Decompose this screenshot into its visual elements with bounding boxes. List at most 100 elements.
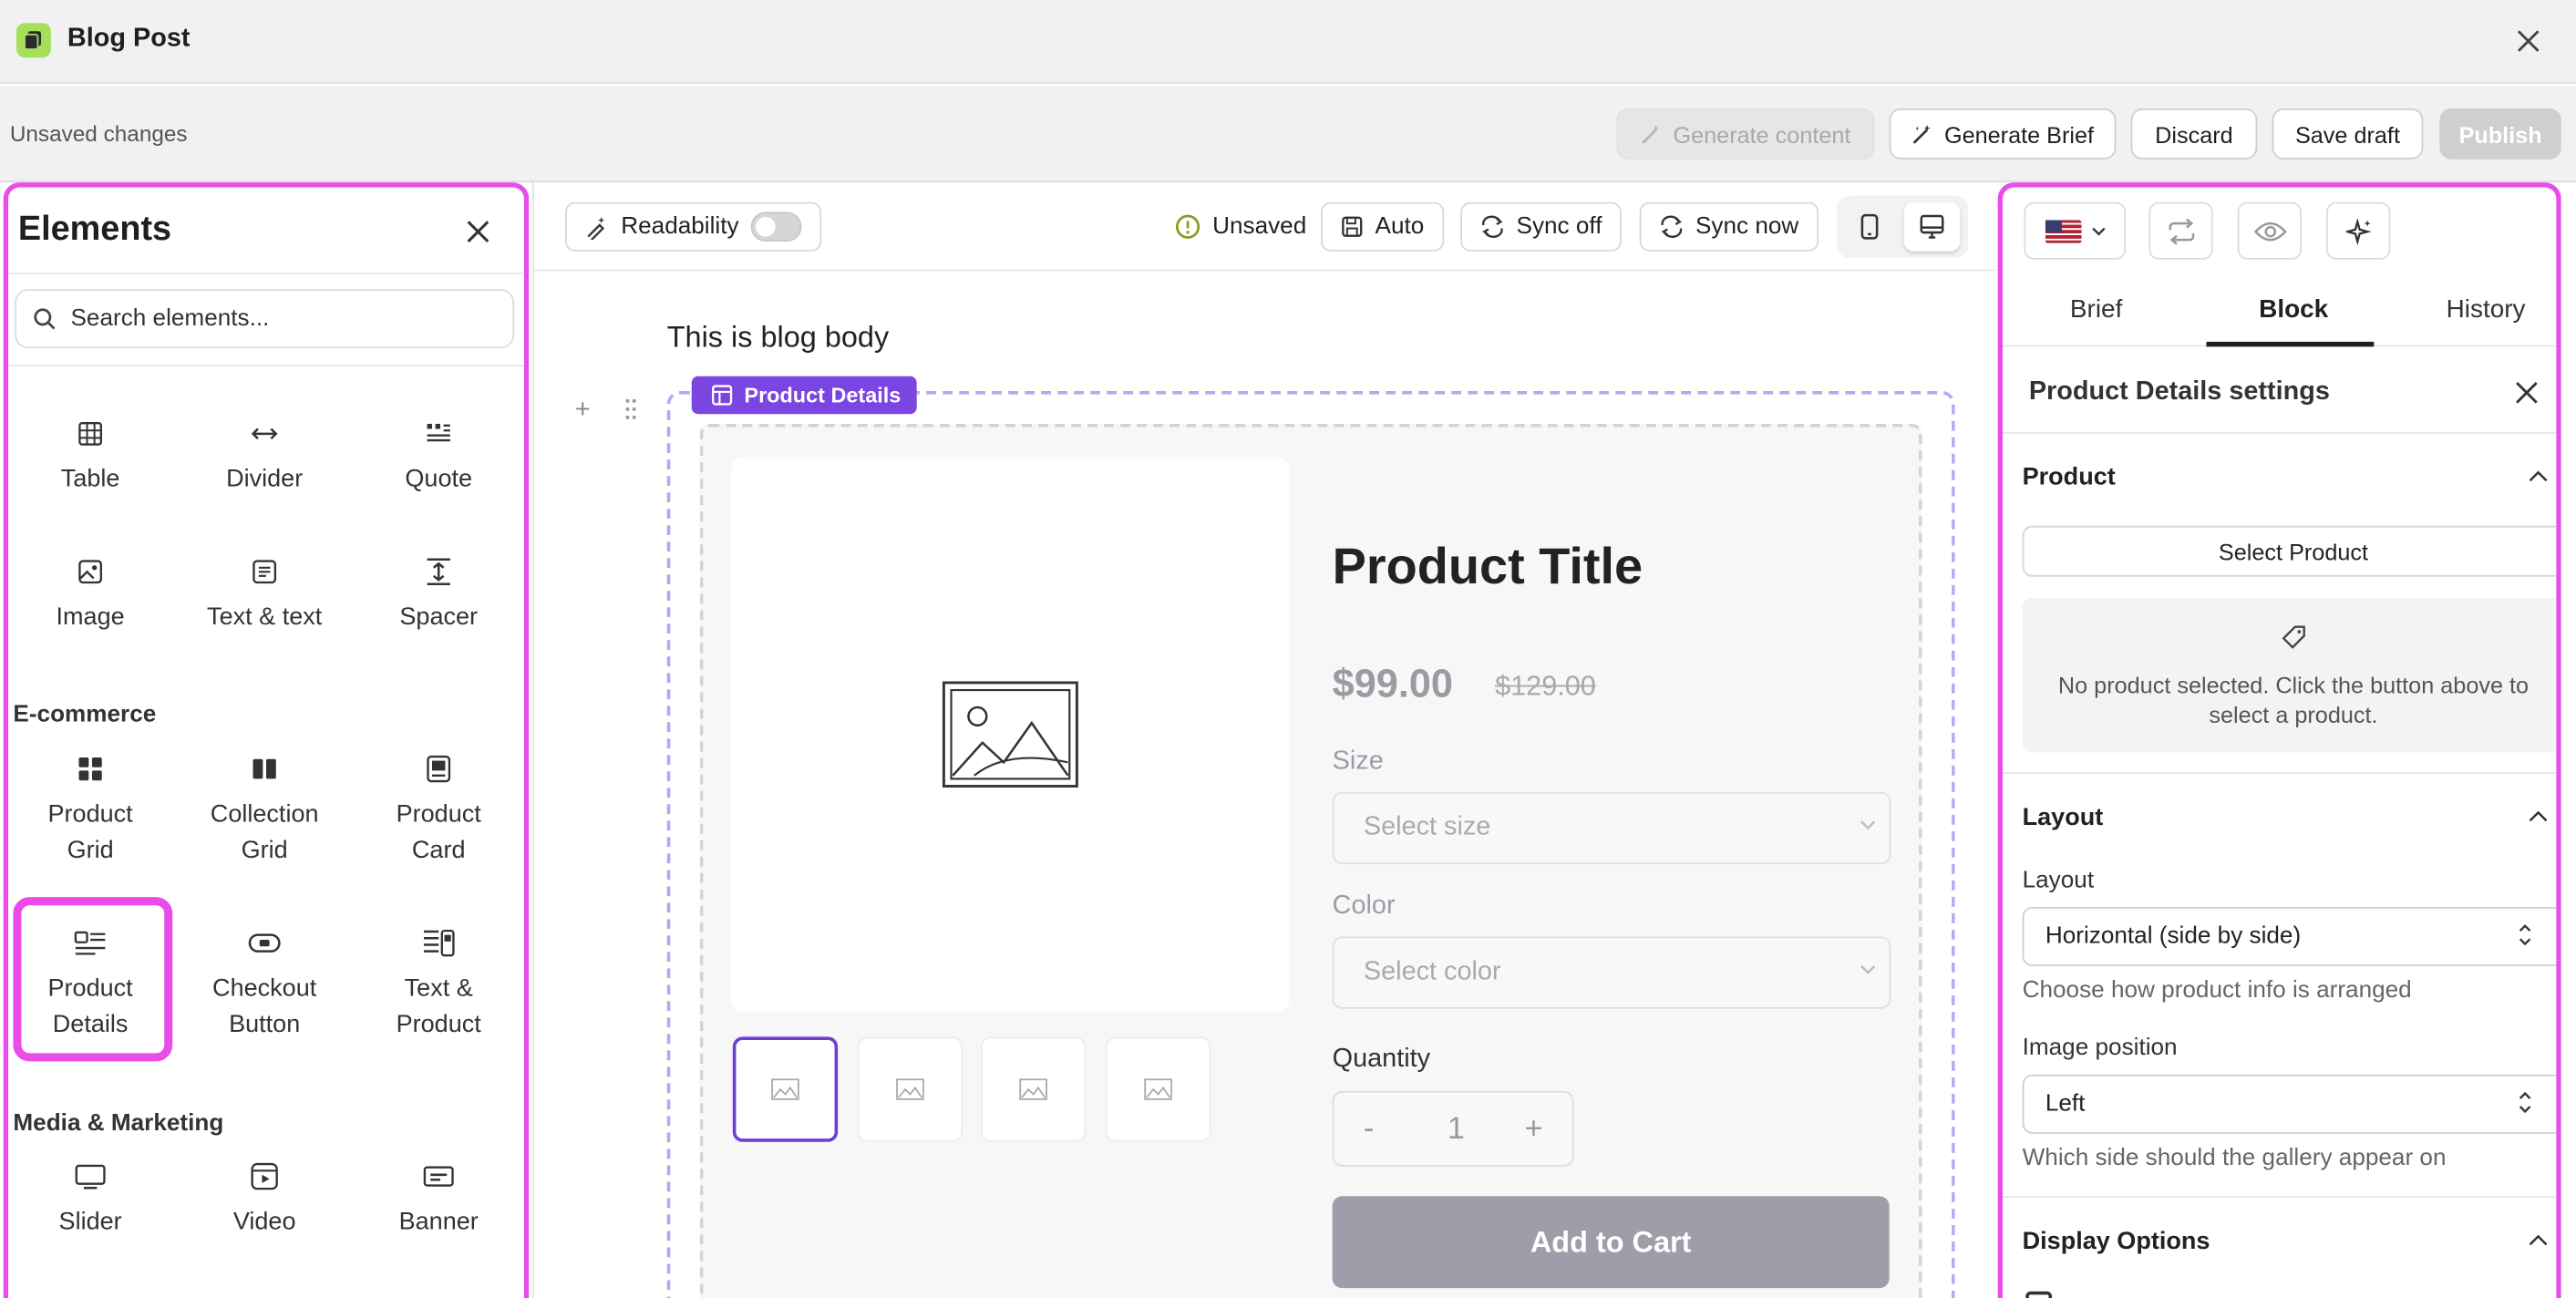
product-thumbnail[interactable] [980, 1036, 1087, 1142]
close-panel-icon[interactable] [460, 213, 497, 250]
element-label-line2: Product [396, 1010, 481, 1039]
element-slider[interactable]: Slider [8, 1159, 172, 1241]
tab-history[interactable]: History [2447, 295, 2526, 324]
add-block-icon[interactable]: + [575, 396, 591, 425]
chevron-down-icon [1860, 820, 1876, 830]
discard-button[interactable]: Discard [2130, 108, 2258, 160]
image-position-select[interactable]: Left [2022, 1074, 2557, 1134]
close-window-icon[interactable] [2510, 23, 2547, 59]
element-video[interactable]: Video [182, 1159, 346, 1241]
readability-toggle-button[interactable]: Readability [564, 201, 821, 252]
settings-title: Product Details settings [2028, 377, 2330, 407]
save-draft-label: Save draft [2294, 120, 2400, 148]
add-to-cart-button[interactable]: Add to Cart [1332, 1196, 1890, 1289]
chevron-down-icon [2091, 226, 2105, 235]
publish-button[interactable]: Publish [2439, 108, 2561, 160]
display-options-section-header[interactable]: Display Options [2023, 1227, 2210, 1255]
blog-body-text[interactable]: This is blog body [667, 320, 889, 355]
image-placeholder-icon [771, 1078, 799, 1100]
elements-panel: Elements Search elements... Table Divide… [3, 182, 530, 1298]
image-placeholder-icon [1144, 1078, 1172, 1100]
text-product-icon [420, 925, 457, 962]
color-label: Color [1332, 891, 1396, 921]
element-quote[interactable]: Quote [356, 416, 520, 498]
tab-brief[interactable]: Brief [2070, 295, 2122, 324]
increment-button[interactable]: + [1525, 1112, 1543, 1149]
quantity-value[interactable]: 1 [1448, 1112, 1465, 1149]
element-label: Slider [58, 1207, 122, 1236]
chevron-up-icon[interactable] [2529, 810, 2549, 823]
drag-handle-icon[interactable] [624, 397, 637, 428]
element-spacer[interactable]: Spacer [356, 553, 520, 635]
sync-now-button[interactable]: Sync now [1639, 201, 1819, 252]
no-product-message: No product selected. Click the button ab… [2022, 598, 2557, 753]
select-product-button[interactable]: Select Product [2022, 525, 2557, 577]
layout-select[interactable]: Horizontal (side by side) [2022, 906, 2557, 966]
up-down-chevron-icon [2519, 924, 2531, 946]
element-product-grid[interactable]: Product Grid [8, 751, 172, 870]
save-draft-button[interactable]: Save draft [2272, 108, 2424, 160]
preview-button[interactable] [2237, 201, 2303, 260]
generate-content-button[interactable]: Generate content [1616, 108, 1875, 160]
element-table[interactable]: Table [8, 416, 172, 498]
product-main-image[interactable] [731, 457, 1290, 1013]
eye-icon [2252, 221, 2286, 241]
element-banner[interactable]: Banner [356, 1159, 520, 1241]
ecommerce-section-label: E-commerce [13, 701, 157, 728]
device-toggle-group [1836, 195, 1969, 258]
element-text-and-text[interactable]: Text & text [182, 553, 346, 635]
banner-icon [420, 1159, 457, 1195]
elements-panel-title: Elements [17, 210, 172, 249]
element-label-line2: Card [411, 836, 466, 865]
decrement-button[interactable]: - [1364, 1112, 1374, 1149]
text-icon [246, 553, 283, 590]
generate-brief-button[interactable]: Generate Brief [1889, 108, 2117, 160]
tab-block[interactable]: Block [2259, 295, 2328, 324]
product-thumbnail[interactable] [857, 1036, 963, 1142]
color-select[interactable]: Select color [1332, 936, 1891, 1009]
size-select[interactable]: Select size [1332, 791, 1891, 865]
size-placeholder: Select size [1363, 813, 1491, 841]
element-divider[interactable]: Divider [182, 416, 346, 498]
element-collection-grid[interactable]: Collection Grid [182, 751, 346, 870]
panel-divider [8, 365, 524, 366]
close-settings-icon[interactable] [2512, 378, 2541, 416]
autosave-button[interactable]: Auto [1321, 201, 1444, 252]
block-type-tag[interactable]: Product Details [691, 376, 918, 415]
product-section-header[interactable]: Product [2023, 463, 2116, 491]
display-option-checkbox[interactable] [2025, 1291, 2053, 1298]
readability-switch[interactable] [750, 211, 802, 242]
element-text-and-product[interactable]: Text & Product [356, 925, 520, 1044]
us-flag-icon [2044, 219, 2081, 242]
desktop-view-button[interactable] [1903, 201, 1961, 252]
auto-label: Auto [1375, 213, 1425, 241]
element-label: Divider [226, 465, 304, 493]
chevron-up-icon[interactable] [2529, 1234, 2549, 1247]
sync-settings-button[interactable] [2148, 201, 2213, 260]
search-elements-input[interactable]: Search elements... [15, 289, 515, 349]
slider-icon [72, 1159, 108, 1195]
layout-select-value: Horizontal (side by side) [2045, 923, 2302, 950]
product-thumbnail[interactable] [732, 1036, 839, 1142]
publish-label: Publish [2458, 120, 2542, 148]
editor-canvas: Readability Unsaved Auto Sync off Sync n… [531, 182, 1996, 1298]
element-product-card[interactable]: Product Card [356, 751, 520, 870]
ai-assist-button[interactable] [2326, 201, 2391, 260]
settings-icon-row [2003, 187, 2556, 275]
image-icon [72, 553, 108, 590]
desktop-icon [1920, 214, 1944, 239]
element-image[interactable]: Image [8, 553, 172, 635]
element-label-line2: Grid [241, 836, 288, 865]
mobile-view-button[interactable] [1841, 202, 1897, 252]
chevron-up-icon[interactable] [2529, 470, 2549, 483]
title-bar: Blog Post [0, 0, 2576, 84]
sync-off-button[interactable]: Sync off [1460, 201, 1623, 252]
window-title: Blog Post [67, 25, 191, 53]
language-select[interactable] [2024, 201, 2127, 260]
layout-section-header[interactable]: Layout [2023, 803, 2104, 831]
element-label-line1: Product [47, 799, 133, 829]
product-thumbnail[interactable] [1105, 1036, 1211, 1142]
element-checkout-button[interactable]: Checkout Button [182, 925, 346, 1044]
unsaved-status: Unsaved changes [9, 121, 188, 147]
image-position-help-text: Which side should the gallery appear on [2022, 1145, 2447, 1172]
